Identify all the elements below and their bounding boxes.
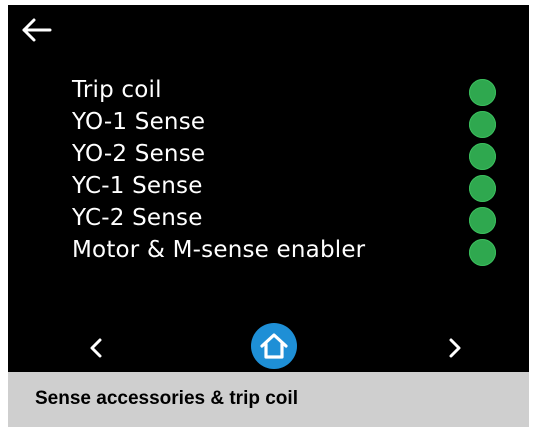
- accessory-label: Motor & M-sense enabler: [72, 237, 366, 263]
- status-dot-icon: [469, 175, 496, 202]
- status-dot-icon: [469, 111, 496, 138]
- previous-page-button[interactable]: [86, 335, 106, 361]
- list-item: Trip coil: [72, 75, 512, 107]
- list-item: YC-1 Sense: [72, 171, 512, 203]
- caption-bar: Sense accessories & trip coil: [8, 372, 529, 427]
- list-item: YO-1 Sense: [72, 107, 512, 139]
- chevron-right-icon: [449, 338, 461, 358]
- caption-title: Sense accessories & trip coil: [35, 388, 298, 409]
- list-item: YC-2 Sense: [72, 203, 512, 235]
- device-screen: Trip coil YO-1 Sense YO-2 Sense YC-1 Sen…: [8, 5, 529, 372]
- home-icon: [260, 333, 288, 359]
- arrow-left-icon: [22, 18, 52, 42]
- back-button[interactable]: [20, 15, 54, 45]
- next-page-button[interactable]: [445, 335, 465, 361]
- home-button[interactable]: [251, 323, 297, 369]
- accessory-label: YO-2 Sense: [72, 141, 206, 167]
- accessory-label: YC-2 Sense: [72, 205, 203, 231]
- accessory-status-list: Trip coil YO-1 Sense YO-2 Sense YC-1 Sen…: [72, 75, 512, 267]
- list-item: YO-2 Sense: [72, 139, 512, 171]
- status-dot-icon: [469, 207, 496, 234]
- status-dot-icon: [469, 143, 496, 170]
- chevron-left-icon: [90, 338, 102, 358]
- accessory-label: YO-1 Sense: [72, 109, 206, 135]
- status-dot-icon: [469, 79, 496, 106]
- accessory-label: YC-1 Sense: [72, 173, 203, 199]
- list-item: Motor & M-sense enabler: [72, 235, 512, 267]
- accessory-label: Trip coil: [72, 77, 162, 103]
- page-frame: Trip coil YO-1 Sense YO-2 Sense YC-1 Sen…: [0, 0, 538, 427]
- status-dot-icon: [469, 239, 496, 266]
